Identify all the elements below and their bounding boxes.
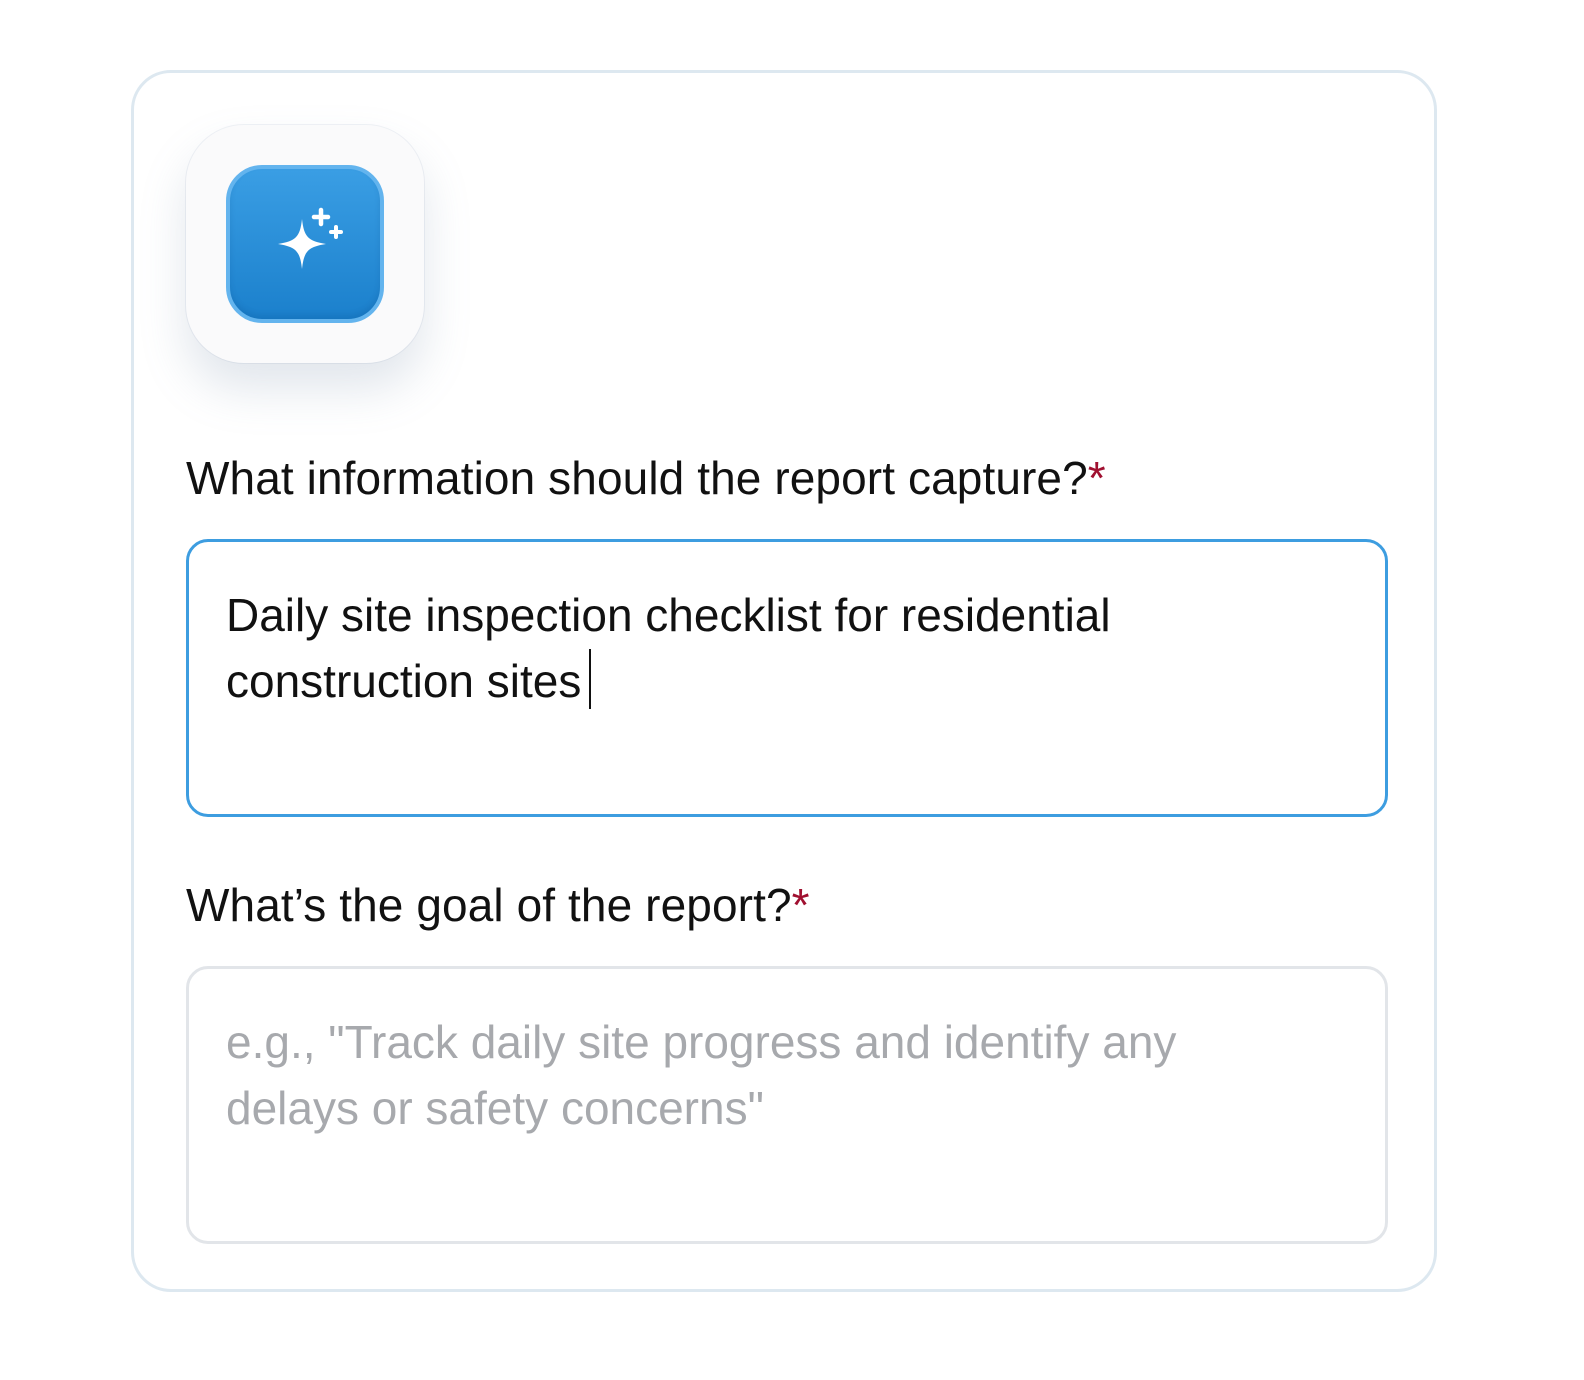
report-goal-label: What’s the goal of the report?* — [186, 878, 810, 932]
report-capture-value-text: Daily site inspection checklist for resi… — [226, 589, 1111, 707]
required-asterisk: * — [791, 879, 810, 931]
report-capture-label: What information should the report captu… — [186, 451, 1106, 505]
report-goal-textarea[interactable]: e.g., "Track daily site progress and ide… — [186, 966, 1388, 1244]
app-icon-tile — [186, 125, 424, 363]
ai-assist-button[interactable] — [226, 165, 384, 323]
report-goal-placeholder: e.g., "Track daily site progress and ide… — [226, 1016, 1177, 1134]
required-asterisk: * — [1087, 452, 1106, 504]
report-capture-textarea[interactable]: Daily site inspection checklist for resi… — [186, 539, 1388, 817]
text-caret — [589, 649, 592, 709]
report-goal-label-text: What’s the goal of the report? — [186, 879, 792, 931]
report-form-card: What information should the report captu… — [131, 70, 1437, 1292]
report-capture-value: Daily site inspection checklist for resi… — [226, 582, 1306, 714]
report-capture-label-text: What information should the report captu… — [186, 452, 1088, 504]
